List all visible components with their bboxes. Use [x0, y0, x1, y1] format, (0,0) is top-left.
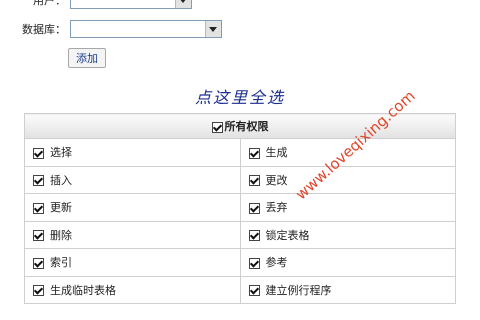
perm-checkbox[interactable] — [33, 147, 44, 159]
add-button[interactable]: 添加 — [68, 48, 106, 68]
user-dropdown-button[interactable] — [174, 0, 191, 8]
database-row: 数据库： — [22, 20, 222, 38]
database-label: 数据库： — [22, 23, 66, 36]
table-row: 插入 更改 — [24, 165, 456, 194]
perm-checkbox[interactable] — [33, 230, 44, 242]
table-row: 生成临时表格 建立例行程序 — [24, 275, 456, 304]
perm-checkbox[interactable] — [33, 202, 44, 214]
perm-checkbox[interactable] — [248, 175, 260, 187]
perm-cell: 更新 — [24, 193, 241, 222]
perm-label: 更新 — [50, 201, 72, 215]
user-select[interactable] — [69, 0, 192, 9]
perm-cell: 丢弃 — [239, 193, 456, 222]
perm-label: 丢弃 — [265, 201, 288, 215]
perm-cell: 插入 — [24, 165, 241, 194]
perm-cell: 锁定表格 — [239, 220, 456, 249]
table-row: 选择 生成 — [24, 138, 456, 167]
perm-checkbox[interactable] — [248, 147, 260, 159]
perm-label: 建立例行程序 — [265, 283, 332, 297]
perm-checkbox[interactable] — [33, 175, 44, 187]
perm-cell: 选择 — [24, 138, 241, 167]
table-row: 更新 丢弃 — [24, 193, 456, 222]
all-privileges-checkbox[interactable] — [211, 121, 223, 133]
permissions-table: 所有权限 选择 生成 插入 更改 更新 丢弃 删除 锁定表格 索引 参考 生成临… — [24, 113, 456, 304]
perm-cell: 索引 — [24, 248, 241, 277]
perm-cell: 参考 — [239, 248, 456, 277]
perm-label: 参考 — [265, 256, 288, 270]
perm-label: 生成 — [265, 146, 288, 160]
perm-checkbox[interactable] — [248, 257, 260, 269]
perm-checkbox[interactable] — [33, 285, 44, 297]
perm-label: 更改 — [265, 173, 288, 187]
perm-checkbox[interactable] — [248, 202, 260, 214]
perm-checkbox[interactable] — [248, 285, 260, 297]
user-row: 用户： — [22, 0, 192, 9]
database-dropdown-button[interactable] — [204, 21, 221, 37]
perm-label: 生成临时表格 — [50, 283, 116, 297]
perm-label: 索引 — [50, 256, 72, 270]
perm-label: 选择 — [50, 146, 72, 160]
perm-cell: 更改 — [239, 165, 456, 194]
perm-checkbox[interactable] — [33, 257, 44, 269]
perm-checkbox[interactable] — [248, 230, 260, 242]
perm-cell: 删除 — [24, 220, 241, 249]
perm-cell: 生成临时表格 — [24, 275, 241, 304]
all-privileges-label: 所有权限 — [224, 120, 269, 133]
table-row: 删除 锁定表格 — [24, 220, 456, 249]
user-label: 用户： — [33, 0, 66, 7]
table-row: 索引 参考 — [24, 248, 456, 277]
perm-label: 插入 — [50, 173, 72, 187]
chevron-down-icon — [209, 26, 217, 32]
perm-label: 删除 — [50, 228, 72, 242]
chevron-down-icon — [179, 0, 187, 3]
perm-cell: 建立例行程序 — [239, 275, 456, 304]
database-select[interactable] — [69, 20, 222, 38]
perm-label: 锁定表格 — [265, 228, 310, 242]
